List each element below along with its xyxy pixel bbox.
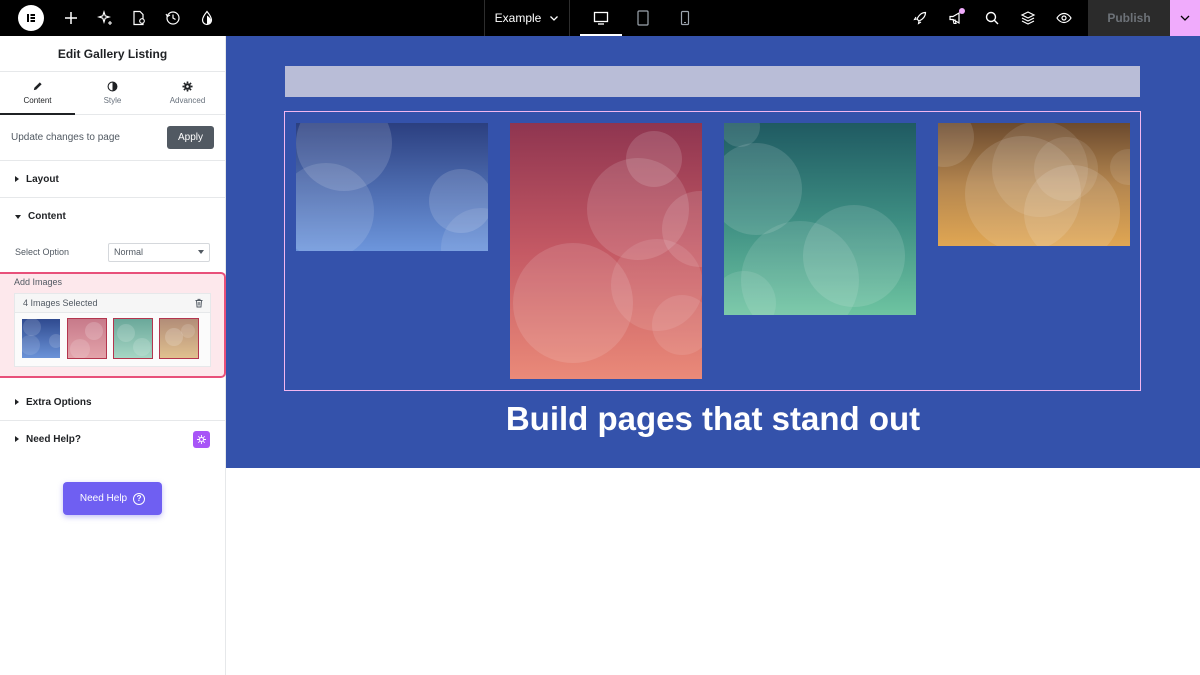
select-option-value: Normal bbox=[114, 247, 144, 257]
add-images-control: Add Images 4 Images Selected bbox=[0, 272, 226, 378]
question-mark-icon: ? bbox=[133, 492, 146, 505]
top-bar-right-tools: Publish bbox=[902, 0, 1200, 36]
page-name: Example bbox=[494, 11, 542, 25]
section-content[interactable]: Content bbox=[0, 198, 225, 235]
images-selected-header: 4 Images Selected bbox=[15, 294, 210, 313]
gallery-widget[interactable] bbox=[284, 111, 1141, 391]
layers-structure-icon[interactable] bbox=[1010, 0, 1046, 36]
panel-tabs: Content Style Advanced bbox=[0, 72, 225, 115]
notification-dot bbox=[959, 8, 965, 14]
gear-icon bbox=[182, 81, 193, 92]
images-selected-count: 4 Images Selected bbox=[23, 298, 98, 308]
need-help-label-wrap: Need Help? bbox=[15, 434, 81, 445]
rocket-icon[interactable] bbox=[902, 0, 938, 36]
mobile-icon bbox=[680, 10, 690, 26]
tab-label: Content bbox=[23, 96, 52, 105]
select-option-row: Select Option Normal bbox=[0, 235, 225, 269]
top-bar-center: Example bbox=[484, 0, 706, 36]
section-label: Layout bbox=[26, 173, 59, 185]
need-help-button[interactable]: Need Help ? bbox=[63, 482, 162, 515]
tab-label: Style bbox=[103, 96, 122, 105]
page-headline[interactable]: Build pages that stand out bbox=[226, 400, 1200, 438]
gallery-image-red[interactable] bbox=[510, 123, 702, 379]
caret-down-icon bbox=[198, 250, 204, 254]
mobile-view-button[interactable] bbox=[664, 0, 706, 36]
caret-right-icon bbox=[15, 399, 19, 405]
apply-button[interactable]: Apply bbox=[167, 126, 214, 149]
add-element-icon[interactable] bbox=[54, 0, 88, 36]
page-selector[interactable]: Example bbox=[484, 0, 570, 36]
select-option-label: Select Option bbox=[15, 247, 70, 257]
desktop-view-button[interactable] bbox=[580, 0, 622, 36]
ai-sparkle-icon[interactable] bbox=[88, 0, 122, 36]
section-label: Need Help? bbox=[26, 433, 82, 445]
desktop-icon bbox=[593, 11, 609, 25]
top-bar-left-tools bbox=[0, 0, 224, 36]
gallery-image-gold[interactable] bbox=[938, 123, 1130, 246]
announcements-megaphone-icon[interactable] bbox=[938, 0, 974, 36]
page-settings-icon[interactable] bbox=[122, 0, 156, 36]
tablet-icon bbox=[637, 10, 649, 26]
caret-right-icon bbox=[15, 436, 19, 442]
images-gallery-box: 4 Images Selected bbox=[14, 293, 211, 367]
thumbnail-blue-gradient[interactable] bbox=[22, 319, 60, 358]
tab-advanced[interactable]: Advanced bbox=[150, 72, 225, 114]
need-help-button-label: Need Help bbox=[79, 493, 128, 504]
gallery-image-teal[interactable] bbox=[724, 123, 916, 315]
publish-button[interactable]: Publish bbox=[1088, 0, 1170, 36]
editor-panel: Edit Gallery Listing Content Style Advan… bbox=[0, 36, 226, 675]
trash-icon[interactable] bbox=[194, 298, 204, 308]
section-extra-options[interactable]: Extra Options bbox=[0, 384, 225, 421]
panel-title: Edit Gallery Listing bbox=[0, 36, 225, 72]
thumbnail-pink-gradient[interactable] bbox=[67, 318, 107, 359]
select-option-dropdown[interactable]: Normal bbox=[108, 242, 210, 262]
update-changes-text: Update changes to page bbox=[11, 132, 120, 143]
thumbnails-row bbox=[15, 313, 210, 359]
section-need-help[interactable]: Need Help? bbox=[0, 421, 225, 457]
contrast-icon bbox=[107, 81, 118, 92]
history-icon[interactable] bbox=[156, 0, 190, 36]
publish-options-button[interactable] bbox=[1170, 0, 1200, 36]
chevron-down-icon bbox=[550, 16, 559, 21]
pencil-icon bbox=[33, 82, 42, 91]
search-icon[interactable] bbox=[974, 0, 1010, 36]
preview-eye-icon[interactable] bbox=[1046, 0, 1082, 36]
section-layout[interactable]: Layout bbox=[0, 161, 225, 198]
ai-assistant-icon[interactable] bbox=[193, 430, 210, 448]
add-images-label: Add Images bbox=[14, 277, 63, 287]
tab-style[interactable]: Style bbox=[75, 72, 150, 114]
chevron-down-icon bbox=[1180, 15, 1190, 21]
tab-content[interactable]: Content bbox=[0, 72, 75, 115]
top-bar: Example Publish bbox=[0, 0, 1200, 36]
thumbnail-orange-gradient[interactable] bbox=[159, 318, 199, 359]
tab-label: Advanced bbox=[169, 96, 206, 105]
gallery-image-blue[interactable] bbox=[296, 123, 488, 251]
placeholder-bar[interactable] bbox=[285, 66, 1140, 97]
section-label: Extra Options bbox=[26, 396, 92, 408]
section-label: Content bbox=[28, 211, 66, 222]
tablet-view-button[interactable] bbox=[622, 0, 664, 36]
update-changes-row: Update changes to page Apply bbox=[0, 115, 225, 161]
caret-down-icon bbox=[15, 214, 21, 219]
site-settings-drop-icon[interactable] bbox=[190, 0, 224, 36]
caret-right-icon bbox=[15, 176, 19, 182]
elementor-logo-icon[interactable] bbox=[18, 5, 44, 31]
thumbnail-teal-gradient[interactable] bbox=[113, 318, 153, 359]
page-canvas: Build pages that stand out bbox=[226, 36, 1200, 468]
